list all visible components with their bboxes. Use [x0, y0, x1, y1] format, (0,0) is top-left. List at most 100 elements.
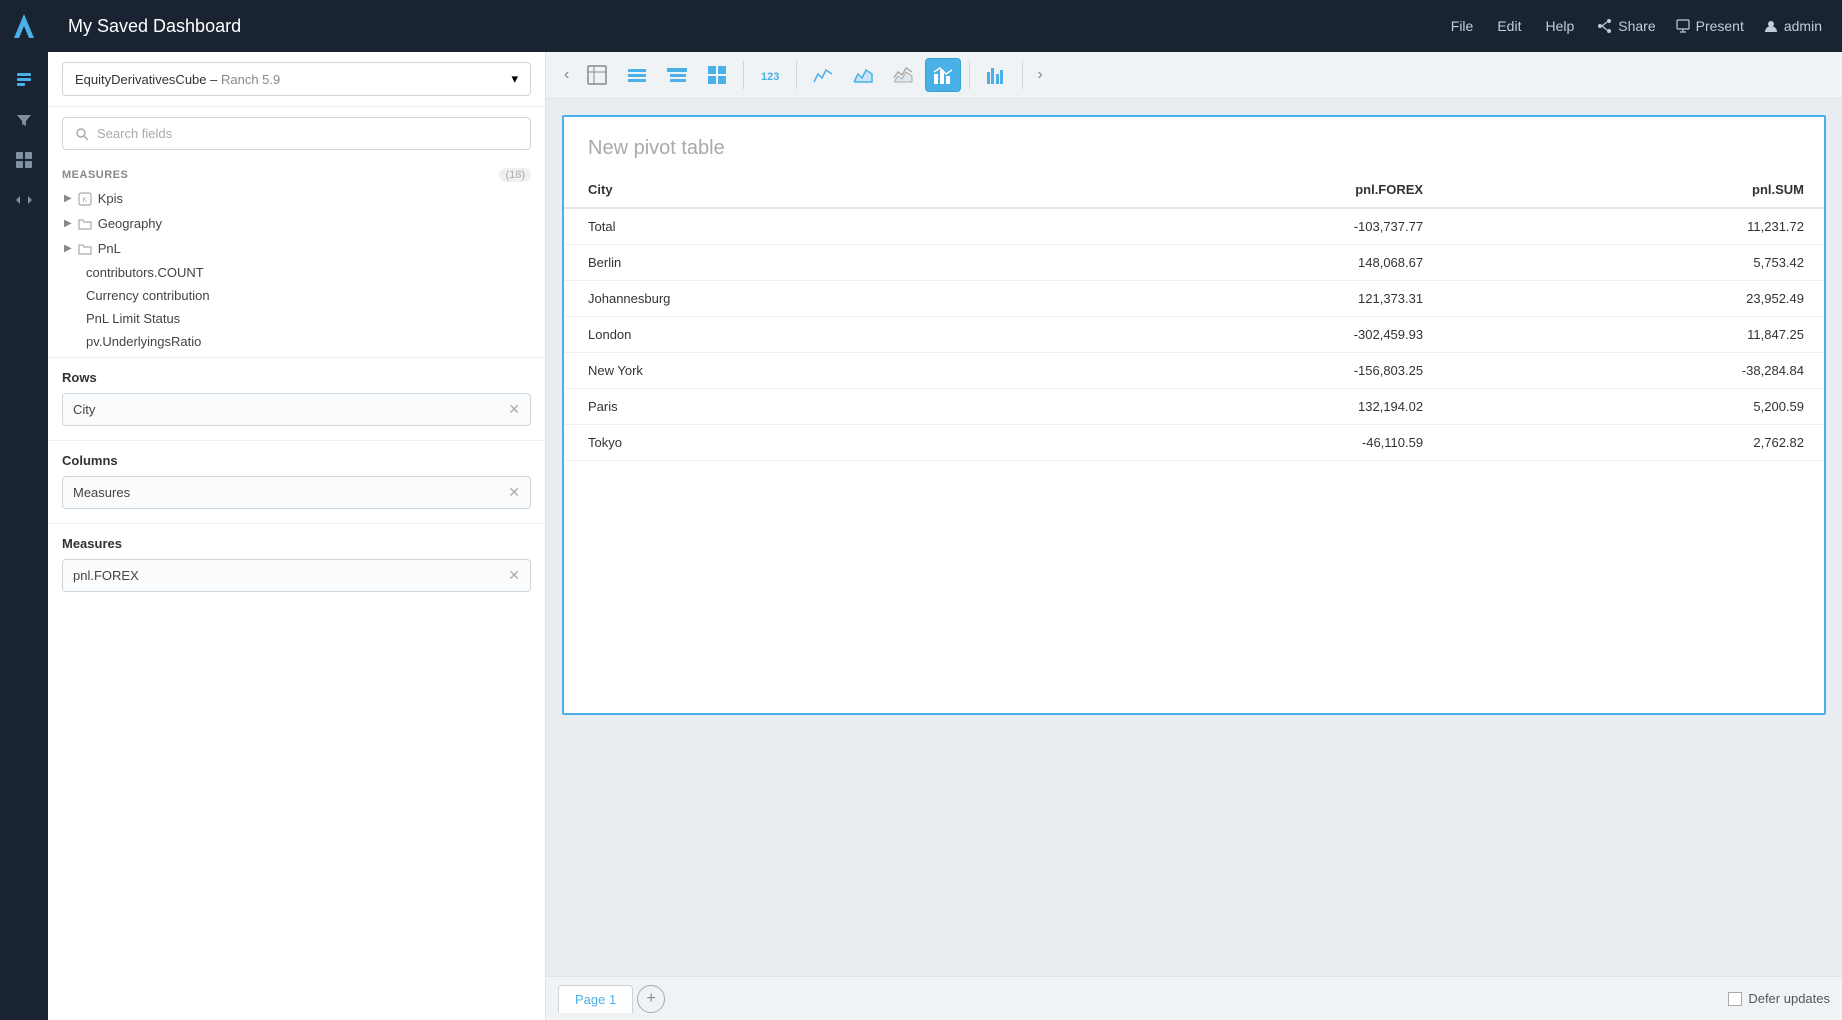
cell-forex: 132,194.02 — [1035, 389, 1443, 425]
columns-section: Columns Measures ✕ — [48, 440, 545, 523]
table-row: Total-103,737.7711,231.72 — [564, 208, 1824, 245]
viz-area-chart-btn[interactable] — [845, 58, 881, 92]
nav-filter-icon[interactable] — [6, 102, 42, 138]
cell-city: New York — [564, 353, 1035, 389]
top-bar: My Saved Dashboard File Edit Help Share … — [48, 0, 1842, 52]
toolbar-next[interactable]: › — [1031, 62, 1048, 88]
columns-chip: Measures ✕ — [62, 476, 531, 509]
nav-edit[interactable]: Edit — [1497, 18, 1521, 34]
table-header-row: City pnl.FOREX pnl.SUM — [564, 172, 1824, 208]
viz-pivot-table-btn[interactable] — [699, 58, 735, 92]
cell-city: London — [564, 317, 1035, 353]
cube-version: Ranch 5.9 — [221, 72, 280, 87]
field-pv-underlyings[interactable]: pv.UnderlyingsRatio — [62, 330, 531, 353]
rows-chip-text: City — [73, 402, 95, 417]
toolbar-sep-1 — [743, 61, 744, 89]
cube-name: EquityDerivativesCube — [75, 72, 207, 87]
svg-text:K: K — [82, 197, 87, 204]
columns-chip-remove[interactable]: ✕ — [508, 484, 520, 501]
nav-help[interactable]: Help — [1545, 18, 1574, 34]
table-row: Paris132,194.025,200.59 — [564, 389, 1824, 425]
cell-city: Total — [564, 208, 1035, 245]
cell-forex: -302,459.93 — [1035, 317, 1443, 353]
nav-code-icon[interactable] — [6, 182, 42, 218]
cell-sum: 11,847.25 — [1443, 317, 1824, 353]
viz-flat-table-btn[interactable] — [579, 58, 615, 92]
cell-sum: 5,753.42 — [1443, 245, 1824, 281]
measures-config-section: Measures pnl.FOREX ✕ — [48, 523, 545, 606]
cell-sum: -38,284.84 — [1443, 353, 1824, 389]
measures-section-title: MEASURES — [62, 169, 128, 181]
share-button[interactable]: Share — [1598, 18, 1655, 34]
chevron-kpis-icon: ▶ — [64, 193, 72, 204]
geography-label: Geography — [98, 216, 162, 231]
kpi-icon: K — [78, 192, 92, 206]
cell-sum: 5,200.59 — [1443, 389, 1824, 425]
content-area: ‹ — [546, 52, 1842, 1020]
rows-chip-remove[interactable]: ✕ — [508, 401, 520, 418]
sidebar-header: EquityDerivativesCube – Ranch 5.9 ▾ — [48, 52, 545, 107]
columns-label: Columns — [62, 453, 531, 468]
measures-chip-remove[interactable]: ✕ — [508, 567, 520, 584]
main-layout: EquityDerivativesCube – Ranch 5.9 ▾ Sear… — [48, 52, 1842, 1020]
cube-selector[interactable]: EquityDerivativesCube – Ranch 5.9 ▾ — [62, 62, 531, 96]
field-group-pnl[interactable]: ▶ PnL — [62, 236, 531, 261]
nav-file[interactable]: File — [1451, 18, 1474, 34]
chevron-pnl-icon: ▶ — [64, 243, 72, 254]
defer-label: Defer updates — [1748, 991, 1830, 1006]
cell-city: Paris — [564, 389, 1035, 425]
viz-bar-line-btn[interactable] — [925, 58, 961, 92]
cube-dropdown-icon: ▾ — [511, 71, 518, 87]
measures-chip-text: pnl.FOREX — [73, 568, 139, 583]
rows-chip: City ✕ — [62, 393, 531, 426]
viz-grouped-bar-btn[interactable] — [978, 58, 1014, 92]
pivot-table: City pnl.FOREX pnl.SUM Total-103,737.771… — [564, 172, 1824, 461]
search-placeholder: Search fields — [97, 126, 172, 141]
field-pnl-limit-status[interactable]: PnL Limit Status — [62, 307, 531, 330]
measures-section-header[interactable]: MEASURES (18) — [62, 160, 531, 186]
cell-forex: -46,110.59 — [1035, 425, 1443, 461]
rows-section: Rows City ✕ — [48, 357, 545, 440]
field-contributors-count[interactable]: contributors.COUNT — [62, 261, 531, 284]
nav-dashboard-icon[interactable] — [6, 142, 42, 178]
svg-text:123: 123 — [761, 71, 779, 83]
viz-line-chart-btn[interactable] — [805, 58, 841, 92]
present-button[interactable]: Present — [1676, 18, 1744, 34]
top-actions: Share Present admin — [1598, 18, 1822, 34]
add-page-button[interactable]: + — [637, 985, 665, 1013]
defer-updates: Defer updates — [1728, 991, 1830, 1006]
defer-checkbox[interactable] — [1728, 992, 1742, 1006]
folder-geo-icon — [78, 217, 92, 231]
cell-forex: 148,068.67 — [1035, 245, 1443, 281]
viz-grid-table-btn[interactable] — [619, 58, 655, 92]
viz-stacked-area-btn[interactable] — [885, 58, 921, 92]
table-row: Tokyo-46,110.592,762.82 — [564, 425, 1824, 461]
share-label: Share — [1618, 18, 1655, 34]
bottom-bar: Page 1 + Defer updates — [546, 976, 1842, 1020]
pivot-canvas: New pivot table City pnl.FOREX pnl.SUM T… — [546, 99, 1842, 976]
cell-city: Berlin — [564, 245, 1035, 281]
nav-fields-icon[interactable] — [6, 62, 42, 98]
toolbar-prev[interactable]: ‹ — [558, 62, 575, 88]
table-row: New York-156,803.25-38,284.84 — [564, 353, 1824, 389]
toolbar-sep-3 — [969, 61, 970, 89]
field-group-geography[interactable]: ▶ Geography — [62, 211, 531, 236]
viz-toolbar: ‹ — [546, 52, 1842, 99]
sidebar: EquityDerivativesCube – Ranch 5.9 ▾ Sear… — [48, 52, 546, 1020]
field-currency-contribution[interactable]: Currency contribution — [62, 284, 531, 307]
icon-rail — [0, 0, 48, 1020]
cell-sum: 11,231.72 — [1443, 208, 1824, 245]
viz-number-btn[interactable]: 123 — [752, 58, 788, 92]
cell-city: Johannesburg — [564, 281, 1035, 317]
pnl-label: PnL — [98, 241, 121, 256]
field-group-kpis[interactable]: ▶ K Kpis — [62, 186, 531, 211]
user-menu[interactable]: admin — [1764, 18, 1822, 34]
page-1-tab[interactable]: Page 1 — [558, 985, 633, 1013]
search-icon — [75, 127, 89, 141]
viz-hierarchical-table-btn[interactable] — [659, 58, 695, 92]
page-title: My Saved Dashboard — [68, 16, 1451, 37]
search-bar[interactable]: Search fields — [62, 117, 531, 150]
app-logo[interactable] — [8, 10, 40, 42]
cell-forex: -156,803.25 — [1035, 353, 1443, 389]
table-row: Berlin148,068.675,753.42 — [564, 245, 1824, 281]
